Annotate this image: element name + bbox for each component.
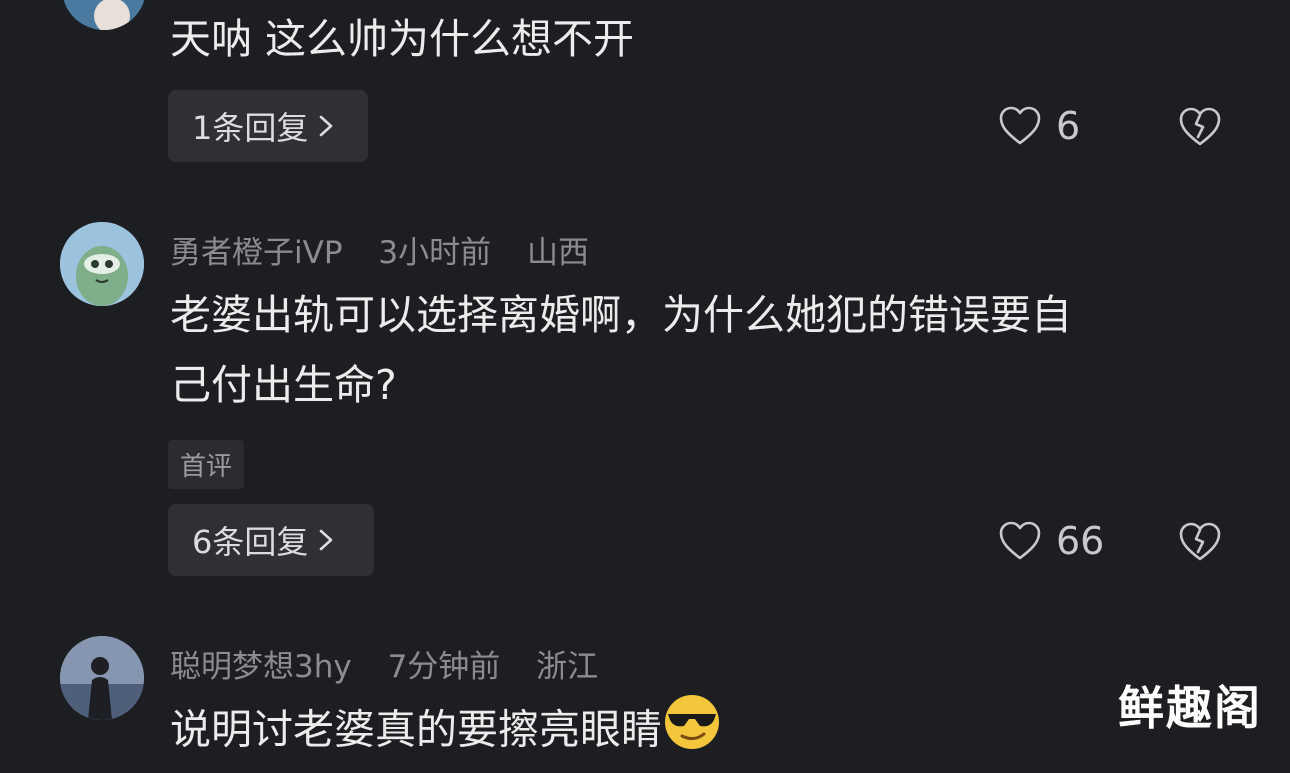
- chevron-right-icon: [318, 114, 334, 138]
- comment-2-text-line-2: 己付出生命?: [170, 361, 397, 409]
- comment-3-meta: 聪明梦想3hy 7分钟前 浙江: [170, 641, 624, 686]
- broken-heart-icon: [1179, 522, 1221, 561]
- comment-3-username[interactable]: 聪明梦想3hy: [170, 649, 352, 685]
- comment-3-text: 说明讨老婆真的要擦亮眼睛: [170, 705, 662, 754]
- watermark-logo: 鲜趣阁: [1118, 681, 1262, 735]
- comment-2-replies-label: 6条回复: [192, 523, 309, 561]
- comment-2-location: 山西: [526, 235, 589, 271]
- comment-2-meta: 勇者橙子iVP 3小时前 山西: [170, 227, 615, 272]
- broken-heart-icon: [1179, 107, 1221, 146]
- first-comment-badge: 首评: [168, 440, 245, 489]
- comment-1-replies-button[interactable]: 1条回复: [168, 90, 368, 162]
- comment-2-time: 3小时前: [378, 235, 492, 271]
- comment-1-replies-label: 1条回复: [192, 109, 309, 147]
- chevron-right-icon: [318, 528, 334, 552]
- comment-1-text: 天呐 这么帅为什么想不开: [170, 15, 635, 63]
- avatar-commenter-3[interactable]: [60, 636, 144, 720]
- comment-2-username[interactable]: 勇者橙子iVP: [170, 235, 343, 271]
- avatar-commenter-1[interactable]: [62, 0, 146, 30]
- comment-3-time: 7分钟前: [387, 649, 501, 685]
- comment-2-replies-button[interactable]: 6条回复: [168, 504, 374, 576]
- comment-2-dislike-button[interactable]: [1178, 521, 1222, 567]
- comment-1-like-count: 6: [1056, 104, 1081, 148]
- cool-sunglasses-emoji-icon: [662, 692, 722, 773]
- comment-1-like-button[interactable]: 6: [998, 104, 1080, 148]
- comment-3-location: 浙江: [536, 649, 599, 685]
- comment-2-text-line-1: 老婆出轨可以选择离婚啊，为什么她犯的错误要自: [170, 291, 1072, 339]
- comment-2-like-count: 66: [1056, 519, 1105, 563]
- comment-2-like-button[interactable]: 66: [998, 519, 1104, 563]
- comment-2-text: 老婆出轨可以选择离婚啊，为什么她犯的错误要自 己付出生命?: [170, 280, 1250, 420]
- heart-outline-icon: [999, 521, 1041, 560]
- heart-outline-icon: [999, 106, 1041, 145]
- avatar-commenter-2[interactable]: [60, 222, 144, 306]
- comment-3-text-row: 说明讨老婆真的要擦亮眼睛: [170, 692, 722, 773]
- comment-1-dislike-button[interactable]: [1178, 106, 1222, 152]
